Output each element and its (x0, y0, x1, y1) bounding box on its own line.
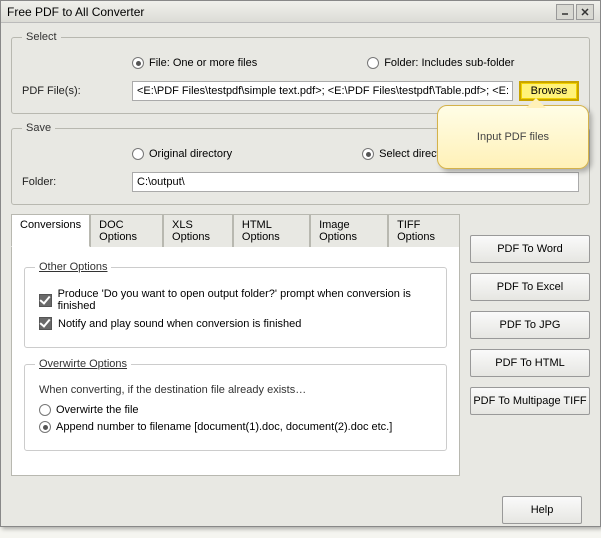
overwrite-file-label: Overwirte the file (56, 404, 139, 416)
other-options-legend: Other Options (35, 261, 111, 273)
pdf-to-html-button[interactable]: PDF To HTML (470, 349, 590, 377)
tab-xls-options[interactable]: XLS Options (163, 214, 233, 247)
file-radio[interactable]: File: One or more files (132, 57, 257, 69)
radio-icon (132, 148, 144, 160)
pdf-to-word-button[interactable]: PDF To Word (470, 235, 590, 263)
radio-icon (362, 148, 374, 160)
action-buttons: PDF To Word PDF To Excel PDF To JPG PDF … (470, 213, 590, 476)
help-row: Help (11, 476, 590, 530)
overwrite-legend: Overwirte Options (35, 358, 131, 370)
callout-tooltip: Input PDF files (437, 105, 589, 169)
overwrite-file-radio[interactable]: Overwirte the file (39, 404, 436, 416)
select-group: Select File: One or more files Folder: I… (11, 31, 590, 114)
close-button[interactable] (576, 4, 594, 20)
overwrite-desc: When converting, if the destination file… (39, 384, 436, 396)
content-area: Select File: One or more files Folder: I… (1, 23, 600, 538)
pdf-to-multipage-tiff-button[interactable]: PDF To Multipage TIFF (470, 387, 590, 415)
other-options-group: Other Options Produce 'Do you want to op… (24, 261, 447, 348)
callout-text: Input PDF files (477, 131, 549, 143)
help-button[interactable]: Help (502, 496, 582, 524)
tab-panel: Other Options Produce 'Do you want to op… (11, 246, 460, 476)
folder-radio[interactable]: Folder: Includes sub-folder (367, 57, 514, 69)
file-radio-label: File: One or more files (149, 57, 257, 69)
radio-icon (367, 57, 379, 69)
notify-checkbox[interactable]: Notify and play sound when conversion is… (39, 317, 436, 330)
folder-input[interactable] (132, 172, 579, 192)
radio-icon (132, 57, 144, 69)
select-legend: Select (22, 31, 61, 43)
append-number-radio[interactable]: Append number to filename [document(1).d… (39, 421, 436, 433)
pdf-to-jpg-button[interactable]: PDF To JPG (470, 311, 590, 339)
tab-doc-options[interactable]: DOC Options (90, 214, 163, 247)
radio-icon (39, 421, 51, 433)
original-dir-radio[interactable]: Original directory (132, 148, 232, 160)
pdf-to-excel-button[interactable]: PDF To Excel (470, 273, 590, 301)
pdf-files-label: PDF File(s): (22, 85, 132, 97)
tab-html-options[interactable]: HTML Options (233, 214, 310, 247)
window-title: Free PDF to All Converter (7, 5, 554, 19)
radio-icon (39, 404, 51, 416)
original-dir-label: Original directory (149, 148, 232, 160)
save-legend: Save (22, 122, 55, 134)
titlebar: Free PDF to All Converter (1, 1, 600, 23)
prompt-checkbox[interactable]: Produce 'Do you want to open output fold… (39, 288, 436, 312)
checkbox-icon (39, 317, 52, 330)
folder-label: Folder: (22, 176, 132, 188)
minimize-button[interactable] (556, 4, 574, 20)
overwrite-options-group: Overwirte Options When converting, if th… (24, 358, 447, 451)
tabs-area: Conversions DOC Options XLS Options HTML… (11, 213, 590, 476)
notify-label: Notify and play sound when conversion is… (58, 318, 301, 330)
tabs-column: Conversions DOC Options XLS Options HTML… (11, 213, 460, 476)
tab-tiff-options[interactable]: TIFF Options (388, 214, 460, 247)
prompt-label: Produce 'Do you want to open output fold… (58, 288, 436, 312)
folder-radio-label: Folder: Includes sub-folder (384, 57, 514, 69)
tab-strip: Conversions DOC Options XLS Options HTML… (11, 213, 460, 246)
append-label: Append number to filename [document(1).d… (56, 421, 392, 433)
app-window: Free PDF to All Converter Select File: O… (0, 0, 601, 527)
pdf-files-input[interactable] (132, 81, 513, 101)
tab-conversions[interactable]: Conversions (11, 214, 90, 247)
tab-image-options[interactable]: Image Options (310, 214, 388, 247)
checkbox-icon (39, 294, 52, 307)
